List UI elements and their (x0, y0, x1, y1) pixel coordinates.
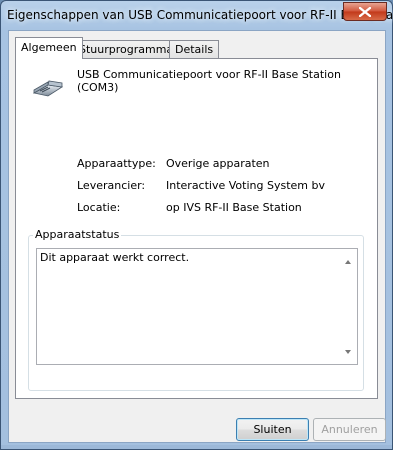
properties-dialog: Eigenschappen van USB Communicatiepoort … (0, 0, 393, 450)
device-status-group: Apparaatstatus Dit apparaat werkt correc… (28, 228, 364, 391)
close-icon (359, 6, 371, 17)
close-window-button[interactable] (343, 2, 387, 21)
tab-details[interactable]: Details (169, 40, 220, 58)
tab-algemeen[interactable]: Algemeen (15, 37, 83, 59)
device-status-textbox[interactable]: Dit apparaat werkt correct. (36, 248, 358, 365)
close-button[interactable]: Sluiten (236, 418, 309, 441)
device-status-text: Dit apparaat werkt correct. (40, 251, 190, 264)
title-bar[interactable]: Eigenschappen van USB Communicatiepoort … (1, 1, 393, 31)
tab-stuurprogramma[interactable]: Stuurprogramma (73, 40, 180, 58)
dialog-client-area: Algemeen Stuurprogramma Details USB Comm… (8, 30, 386, 443)
general-tab-panel: USB Communicatiepoort voor RF-II Base St… (15, 58, 378, 399)
status-scrollbar[interactable] (340, 249, 357, 364)
window-bottom-edge (1, 445, 392, 449)
device-status-heading: Apparaatstatus (33, 228, 122, 241)
location-value: op IVS RF-II Base Station (166, 201, 302, 214)
scroll-up-icon[interactable] (345, 260, 351, 264)
manufacturer-label: Leverancier: (77, 179, 146, 192)
device-type-value: Overige apparaten (166, 157, 270, 170)
manufacturer-value: Interactive Voting System bv (166, 179, 325, 192)
scroll-down-icon[interactable] (345, 350, 351, 354)
window-title: Eigenschappen van USB Communicatiepoort … (7, 8, 393, 22)
location-label: Locatie: (77, 201, 121, 214)
device-name: USB Communicatiepoort voor RF-II Base St… (77, 68, 341, 94)
cancel-button[interactable]: Annuleren (313, 418, 386, 441)
serial-port-icon (32, 80, 64, 97)
device-type-label: Apparaattype: (77, 157, 156, 170)
